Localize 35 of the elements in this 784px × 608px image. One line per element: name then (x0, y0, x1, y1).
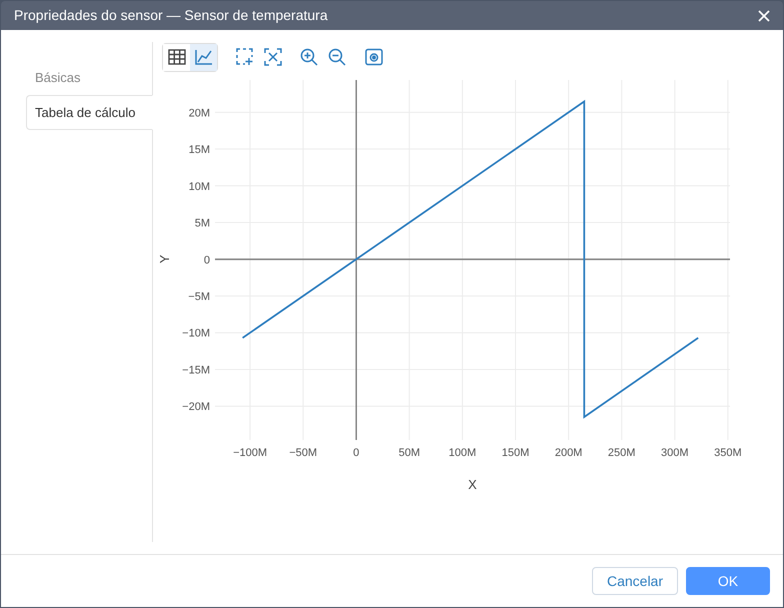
y-tick-label: 5M (194, 218, 210, 230)
x-tick-label: 250M (608, 447, 636, 459)
y-tick-label: −20M (182, 401, 210, 414)
x-tick-label: 300M (661, 447, 689, 459)
fit-icon[interactable] (264, 48, 282, 66)
zoom-in-icon[interactable] (300, 48, 318, 66)
line-chart-icon (194, 49, 212, 65)
x-tick-label: −50M (289, 447, 318, 459)
x-tick-label: −100M (233, 447, 268, 459)
x-tick-label: 150M (502, 447, 530, 459)
sidebar-tab[interactable]: Tabela de cálculo (26, 95, 153, 130)
sidebar-tab[interactable]: Básicas (26, 60, 153, 95)
y-tick-label: 15M (188, 144, 210, 156)
y-tick-label: −10M (182, 328, 210, 340)
view-toggle[interactable] (190, 44, 217, 70)
close-icon[interactable] (758, 10, 770, 22)
x-axis-title: X (468, 477, 477, 492)
y-tick-label: 0 (204, 254, 210, 266)
window-title: Propriedades do sensor — Sensor de temperatura (14, 6, 328, 25)
x-tick-label: 350M (714, 447, 742, 459)
camera-icon[interactable] (365, 48, 383, 66)
x-tick-label: 0 (353, 447, 360, 459)
ok-button[interactable]: OK (686, 567, 770, 595)
table-icon (168, 49, 186, 65)
y-tick-label: 20M (188, 107, 210, 120)
y-tick-label: −15M (182, 364, 210, 376)
cancel-button[interactable]: Cancelar (592, 567, 678, 595)
y-tick-label: 10M (188, 180, 210, 193)
zoom-out-icon[interactable] (328, 48, 346, 66)
x-tick-label: 200M (554, 447, 582, 459)
box-select-icon[interactable] (236, 48, 254, 66)
y-axis-title: Y (157, 254, 172, 264)
y-tick-label: −5M (188, 291, 210, 303)
x-tick-label: 100M (448, 447, 476, 459)
x-tick-label: 50M (398, 447, 420, 459)
